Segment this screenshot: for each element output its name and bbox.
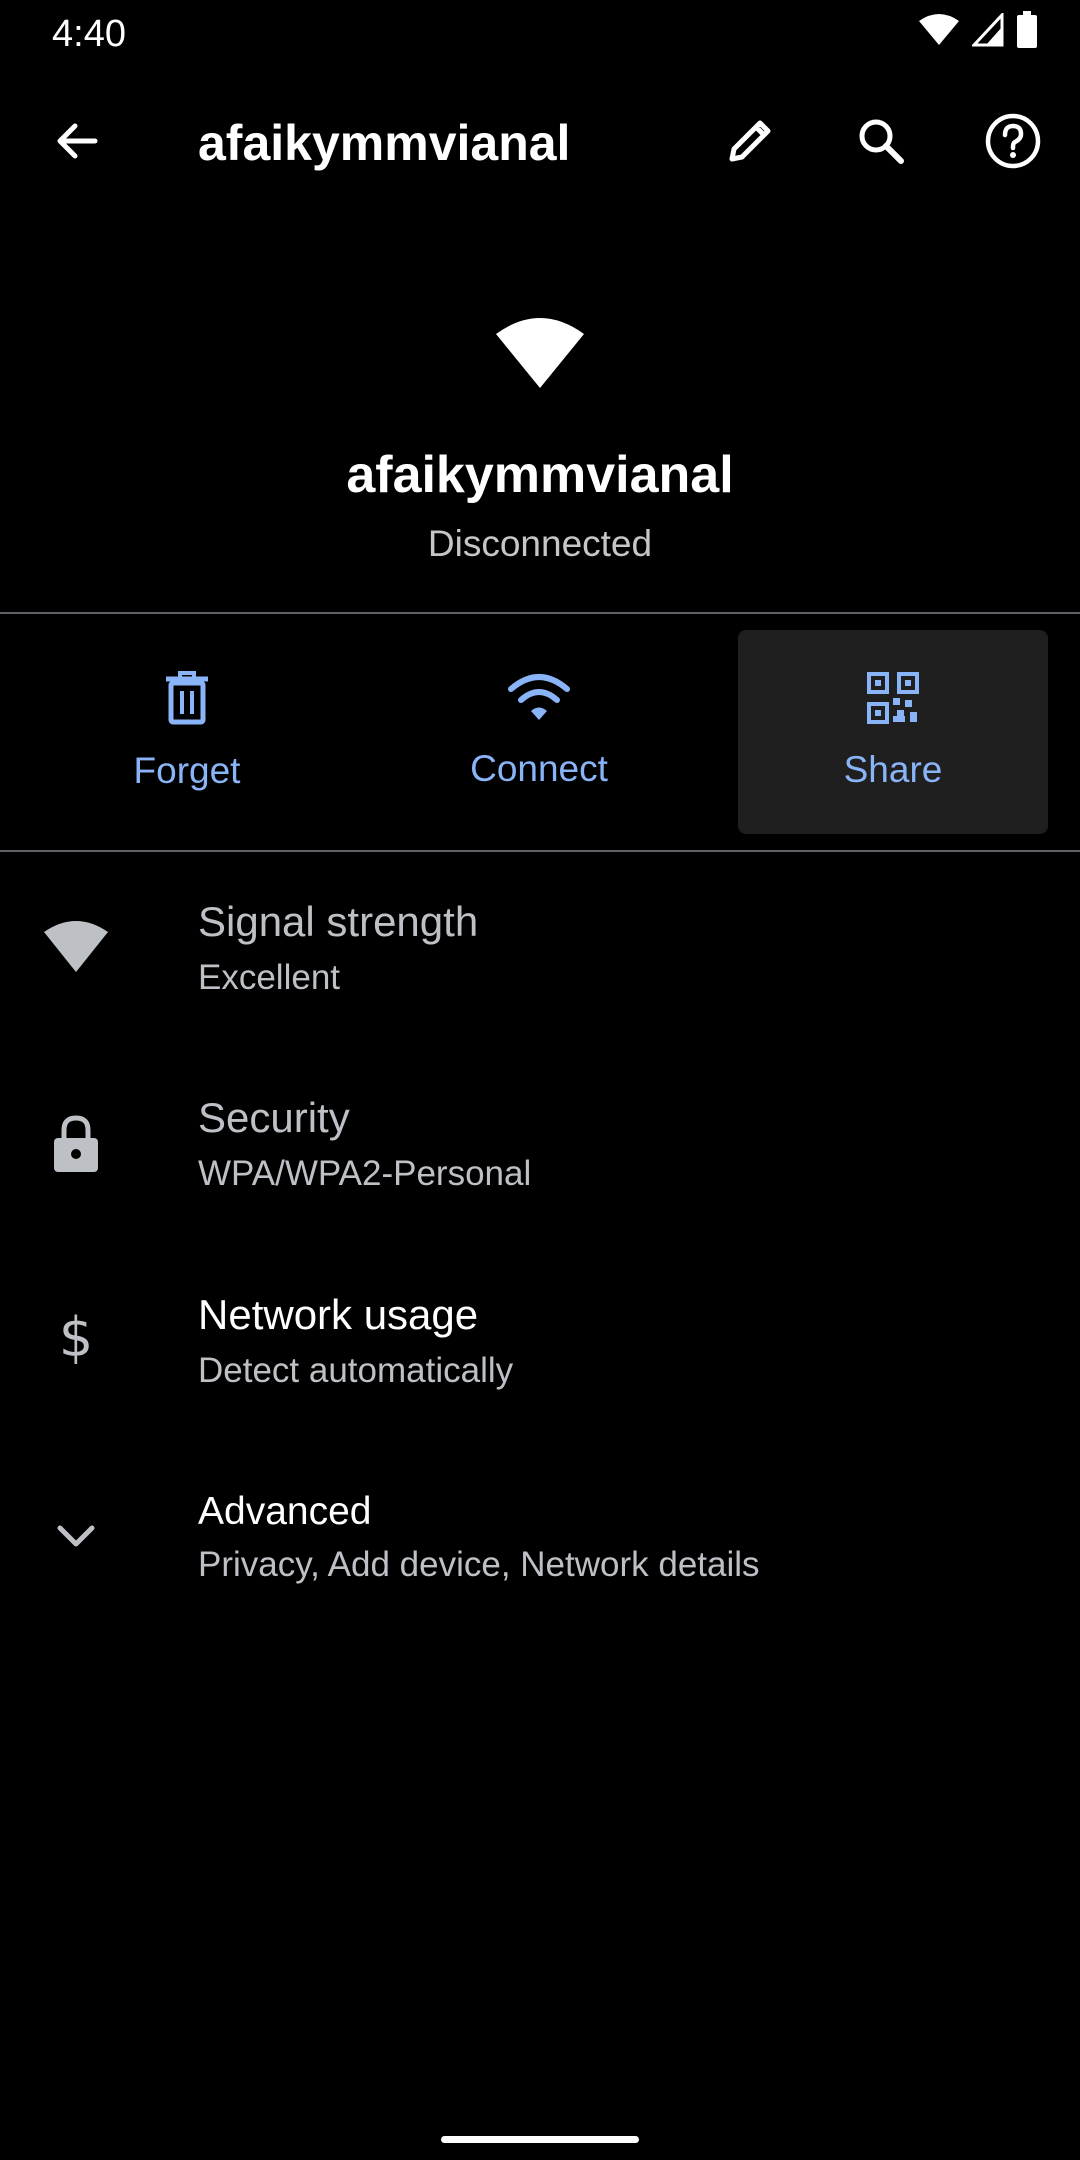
security-title: Security xyxy=(198,1094,350,1141)
advanced-summary: Privacy, Add device, Network details xyxy=(198,1545,760,1584)
signal-strength-title: Signal strength xyxy=(198,898,479,945)
lock-icon xyxy=(36,1104,116,1184)
back-button[interactable] xyxy=(29,95,125,191)
divider-top xyxy=(0,612,1080,614)
signal-strength-row xyxy=(0,890,1080,1040)
forget-label: Forget xyxy=(133,749,241,791)
share-label: Share xyxy=(843,748,943,790)
chevron-down-icon xyxy=(36,1496,116,1576)
trash-icon xyxy=(164,670,210,730)
dollar-icon: $ xyxy=(58,1306,94,1369)
header-wifi-icon xyxy=(494,314,586,395)
status-time: 4:40 xyxy=(52,13,126,55)
connect-label: Connect xyxy=(470,747,608,789)
signal-strength-summary: Excellent xyxy=(198,958,341,997)
security-summary: WPA/WPA2-Personal xyxy=(198,1154,532,1193)
forget-button[interactable]: Forget xyxy=(32,630,342,834)
search-icon xyxy=(856,116,906,171)
search-button[interactable] xyxy=(833,95,929,191)
gesture-nav-handle[interactable] xyxy=(441,2136,639,2143)
cellular-icon xyxy=(970,10,1004,52)
connect-button[interactable]: Connect xyxy=(384,630,694,834)
edit-button[interactable] xyxy=(702,95,798,191)
back-arrow-icon xyxy=(53,117,101,170)
divider-bottom xyxy=(0,850,1080,852)
wifi-icon xyxy=(508,673,570,728)
share-button[interactable]: Share xyxy=(738,630,1048,834)
page-title: afaikymmvianal xyxy=(198,115,571,171)
security-row xyxy=(0,1086,1080,1236)
wifi-icon xyxy=(918,13,960,52)
wifi-signal-icon xyxy=(36,906,116,986)
network-name: afaikymmvianal xyxy=(346,446,734,504)
network-usage-title: Network usage xyxy=(198,1291,479,1338)
edit-pencil-icon xyxy=(724,115,776,172)
help-icon xyxy=(985,113,1041,174)
status-icons xyxy=(918,10,1038,54)
qr-code-icon xyxy=(867,671,919,729)
advanced-title: Advanced xyxy=(198,1490,372,1533)
battery-icon xyxy=(1016,10,1038,54)
network-status: Disconnected xyxy=(427,523,653,564)
network-usage-row[interactable] xyxy=(0,1282,1080,1432)
network-usage-summary: Detect automatically xyxy=(198,1351,514,1390)
help-button[interactable] xyxy=(965,95,1061,191)
